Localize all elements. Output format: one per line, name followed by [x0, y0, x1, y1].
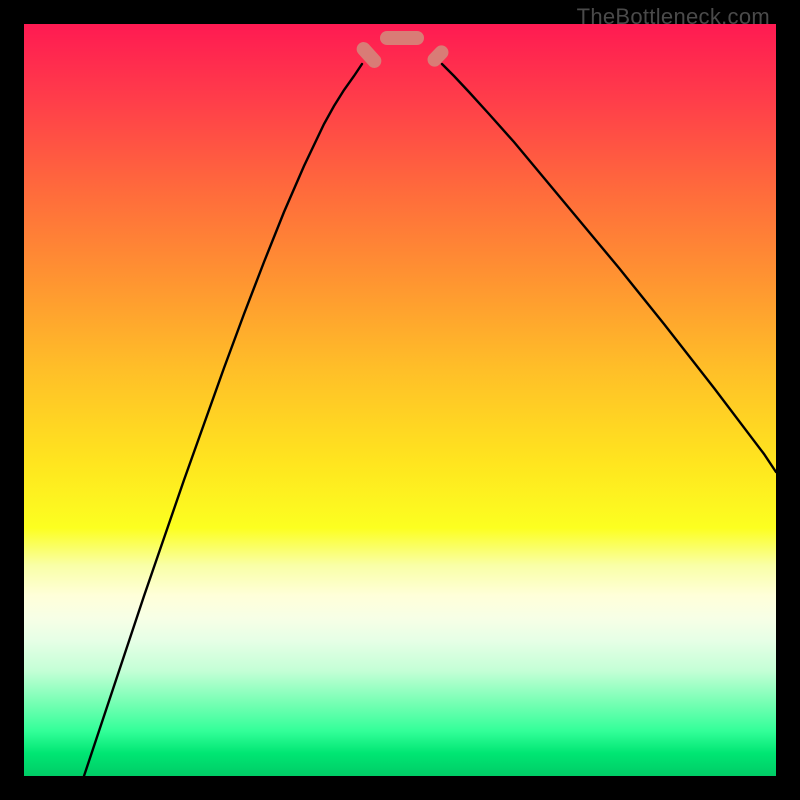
marker-2: [425, 43, 452, 70]
watermark-text: TheBottleneck.com: [577, 4, 770, 30]
marker-1: [380, 31, 424, 45]
left-curve: [84, 64, 362, 776]
curve-layer: [24, 24, 776, 776]
plot-area: [24, 24, 776, 776]
marker-0: [354, 39, 384, 71]
chart-frame: TheBottleneck.com: [0, 0, 800, 800]
right-curve: [442, 64, 776, 472]
